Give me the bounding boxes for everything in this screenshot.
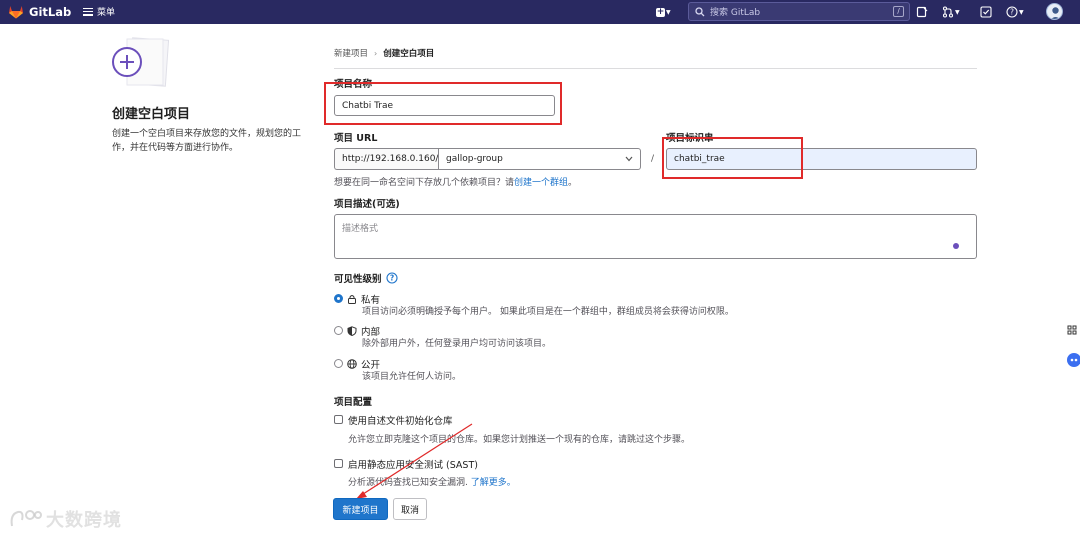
merge-request-icon — [942, 6, 954, 18]
create-project-button[interactable]: 新建项目 — [333, 498, 388, 520]
visibility-internal-desc: 除外部用户外，任何登录用户均可访问该项目。 — [362, 339, 552, 349]
merge-requests-button[interactable]: ▼ — [942, 5, 960, 19]
help-menu-button[interactable]: ? ▼ — [1006, 5, 1024, 19]
project-config-label: 项目配置 — [334, 397, 373, 408]
create-group-link[interactable]: 创建一个群组 — [514, 178, 568, 188]
visibility-label-row: 可见性级别 ? — [334, 271, 398, 285]
group-help-end: 。 — [568, 178, 578, 188]
enable-sast-checkbox[interactable] — [334, 459, 343, 468]
side-grid-widget[interactable] — [1064, 320, 1080, 340]
search-input[interactable]: 搜索 GitLab / — [688, 2, 910, 21]
avatar[interactable] — [1046, 3, 1063, 20]
user-avatar-icon — [1051, 7, 1060, 19]
todo-icon — [980, 6, 992, 18]
visibility-private-desc: 项目访问必须明确授予每个用户。 如果此项目是在一个群组中，群组成员将会获得访问权… — [362, 307, 734, 317]
annotation-box-slug — [662, 137, 803, 179]
chevron-down-icon: ▼ — [955, 8, 960, 16]
namespace-value: gallop-group — [446, 154, 503, 164]
new-dropdown-button[interactable]: + ▼ — [656, 5, 675, 19]
watermark-text: 大数跨境 — [46, 510, 122, 531]
hamburger-icon — [83, 7, 93, 16]
search-shortcut-key: / — [893, 6, 904, 17]
search-icon — [695, 6, 705, 16]
breadcrumb-separator: › — [374, 48, 378, 58]
main-menu-label: 菜单 — [97, 8, 116, 18]
url-prefix-text: http://192.168.0.160/ — [342, 154, 439, 164]
breadcrumb-current: 创建空白项目 — [383, 49, 435, 59]
group-help-text: 想要在同一命名空间下存放几个依赖项目？请创建一个群组。 — [334, 175, 577, 188]
namespace-select[interactable]: gallop-group — [438, 148, 641, 170]
search-placeholder: 搜索 GitLab — [710, 8, 761, 18]
project-url-label: 项目 URL — [334, 133, 378, 144]
main-menu-button[interactable]: 菜单 — [83, 5, 115, 18]
svg-text:?: ? — [389, 274, 393, 283]
issues-button[interactable] — [916, 5, 928, 19]
visibility-public-desc: 该项目允许任何人访问。 — [362, 372, 462, 382]
url-slash: / — [651, 154, 655, 164]
description-placeholder: 描述格式 — [342, 224, 379, 234]
blank-project-illustration-icon — [112, 37, 169, 87]
visibility-private-radio[interactable] — [334, 294, 343, 303]
chevron-down-icon: ▼ — [1019, 8, 1024, 16]
side-assistant-widget[interactable] — [1064, 350, 1080, 370]
chevron-down-icon — [625, 156, 633, 162]
annotation-arrow-icon — [356, 423, 473, 499]
page-title: 创建空白项目 — [112, 107, 191, 122]
project-description-label: 项目描述(可选) — [334, 199, 400, 210]
visibility-label: 可见性级别 — [334, 274, 382, 285]
page-description: 创建一个空白项目来存放您的文件，规划您的工作，并在代码等方面进行协作。 — [112, 129, 302, 153]
cancel-button[interactable]: 取消 — [393, 498, 427, 520]
plus-icon: + — [656, 6, 665, 17]
project-description-textarea[interactable]: 描述格式 — [334, 214, 977, 259]
breadcrumb-new-project[interactable]: 新建项目 — [334, 47, 368, 59]
help-icon[interactable]: ? — [385, 272, 398, 284]
shield-icon — [347, 326, 357, 336]
visibility-internal-radio[interactable] — [334, 326, 343, 335]
help-icon: ? — [1006, 6, 1018, 18]
todos-button[interactable] — [980, 5, 992, 19]
watermark: 大数跨境 — [8, 506, 122, 532]
gitlab-brand-text: GitLab — [29, 4, 72, 19]
watermark-logo-icon — [10, 510, 42, 527]
group-help-prefix: 想要在同一命名空间下存放几个依赖项目？请 — [334, 178, 515, 188]
init-readme-checkbox[interactable] — [334, 415, 343, 424]
svg-text:?: ? — [1010, 8, 1014, 17]
url-prefix: http://192.168.0.160/ — [334, 148, 438, 170]
assistant-dot-icon — [953, 243, 959, 249]
annotation-box-name — [324, 82, 562, 125]
issues-icon — [916, 6, 928, 18]
breadcrumb: 新建项目 › 创建空白项目 — [334, 47, 435, 60]
grid-icon — [1067, 325, 1077, 335]
visibility-public-radio[interactable] — [334, 359, 343, 368]
gitlab-home-link[interactable]: GitLab — [8, 4, 71, 19]
gitlab-logo-icon — [9, 6, 23, 19]
robot-icon — [1067, 353, 1080, 367]
lock-icon — [348, 295, 356, 304]
chevron-down-icon: ▼ — [666, 8, 671, 16]
top-navbar: GitLab 菜单 + ▼ 搜索 GitLab / ▼ ? ▼ — [0, 0, 1080, 24]
globe-icon — [347, 359, 357, 369]
divider — [334, 68, 977, 69]
